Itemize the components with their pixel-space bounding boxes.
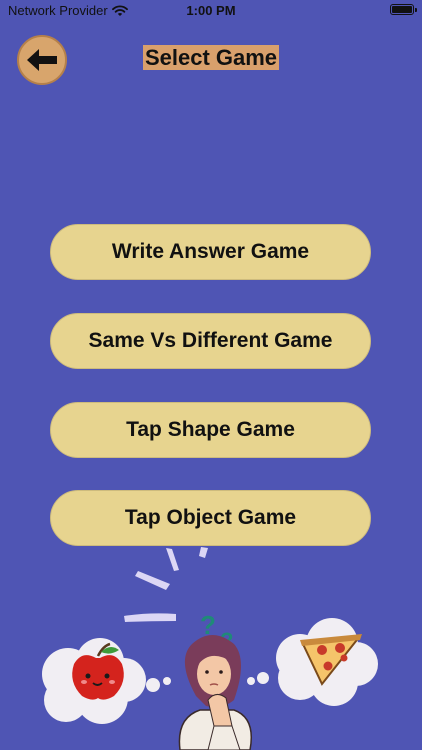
- write-answer-game-button[interactable]: Write Answer Game: [50, 224, 371, 280]
- status-bar: Network Provider 1:00 PM: [0, 0, 422, 22]
- page-title-text: Select Game: [142, 45, 280, 70]
- thinking-girl: [178, 635, 252, 750]
- tap-object-game-button[interactable]: Tap Object Game: [50, 490, 371, 546]
- same-vs-different-game-button[interactable]: Same Vs Different Game: [50, 313, 371, 369]
- thinking-girl-illustration: ? ?: [42, 547, 378, 750]
- status-time: 1:00 PM: [186, 3, 236, 18]
- battery-fill: [392, 6, 412, 13]
- page-title: Select Game: [0, 45, 422, 71]
- tap-shape-game-button[interactable]: Tap Shape Game: [50, 402, 371, 458]
- battery-icon: [390, 4, 417, 15]
- swoosh-strokes: [124, 547, 208, 622]
